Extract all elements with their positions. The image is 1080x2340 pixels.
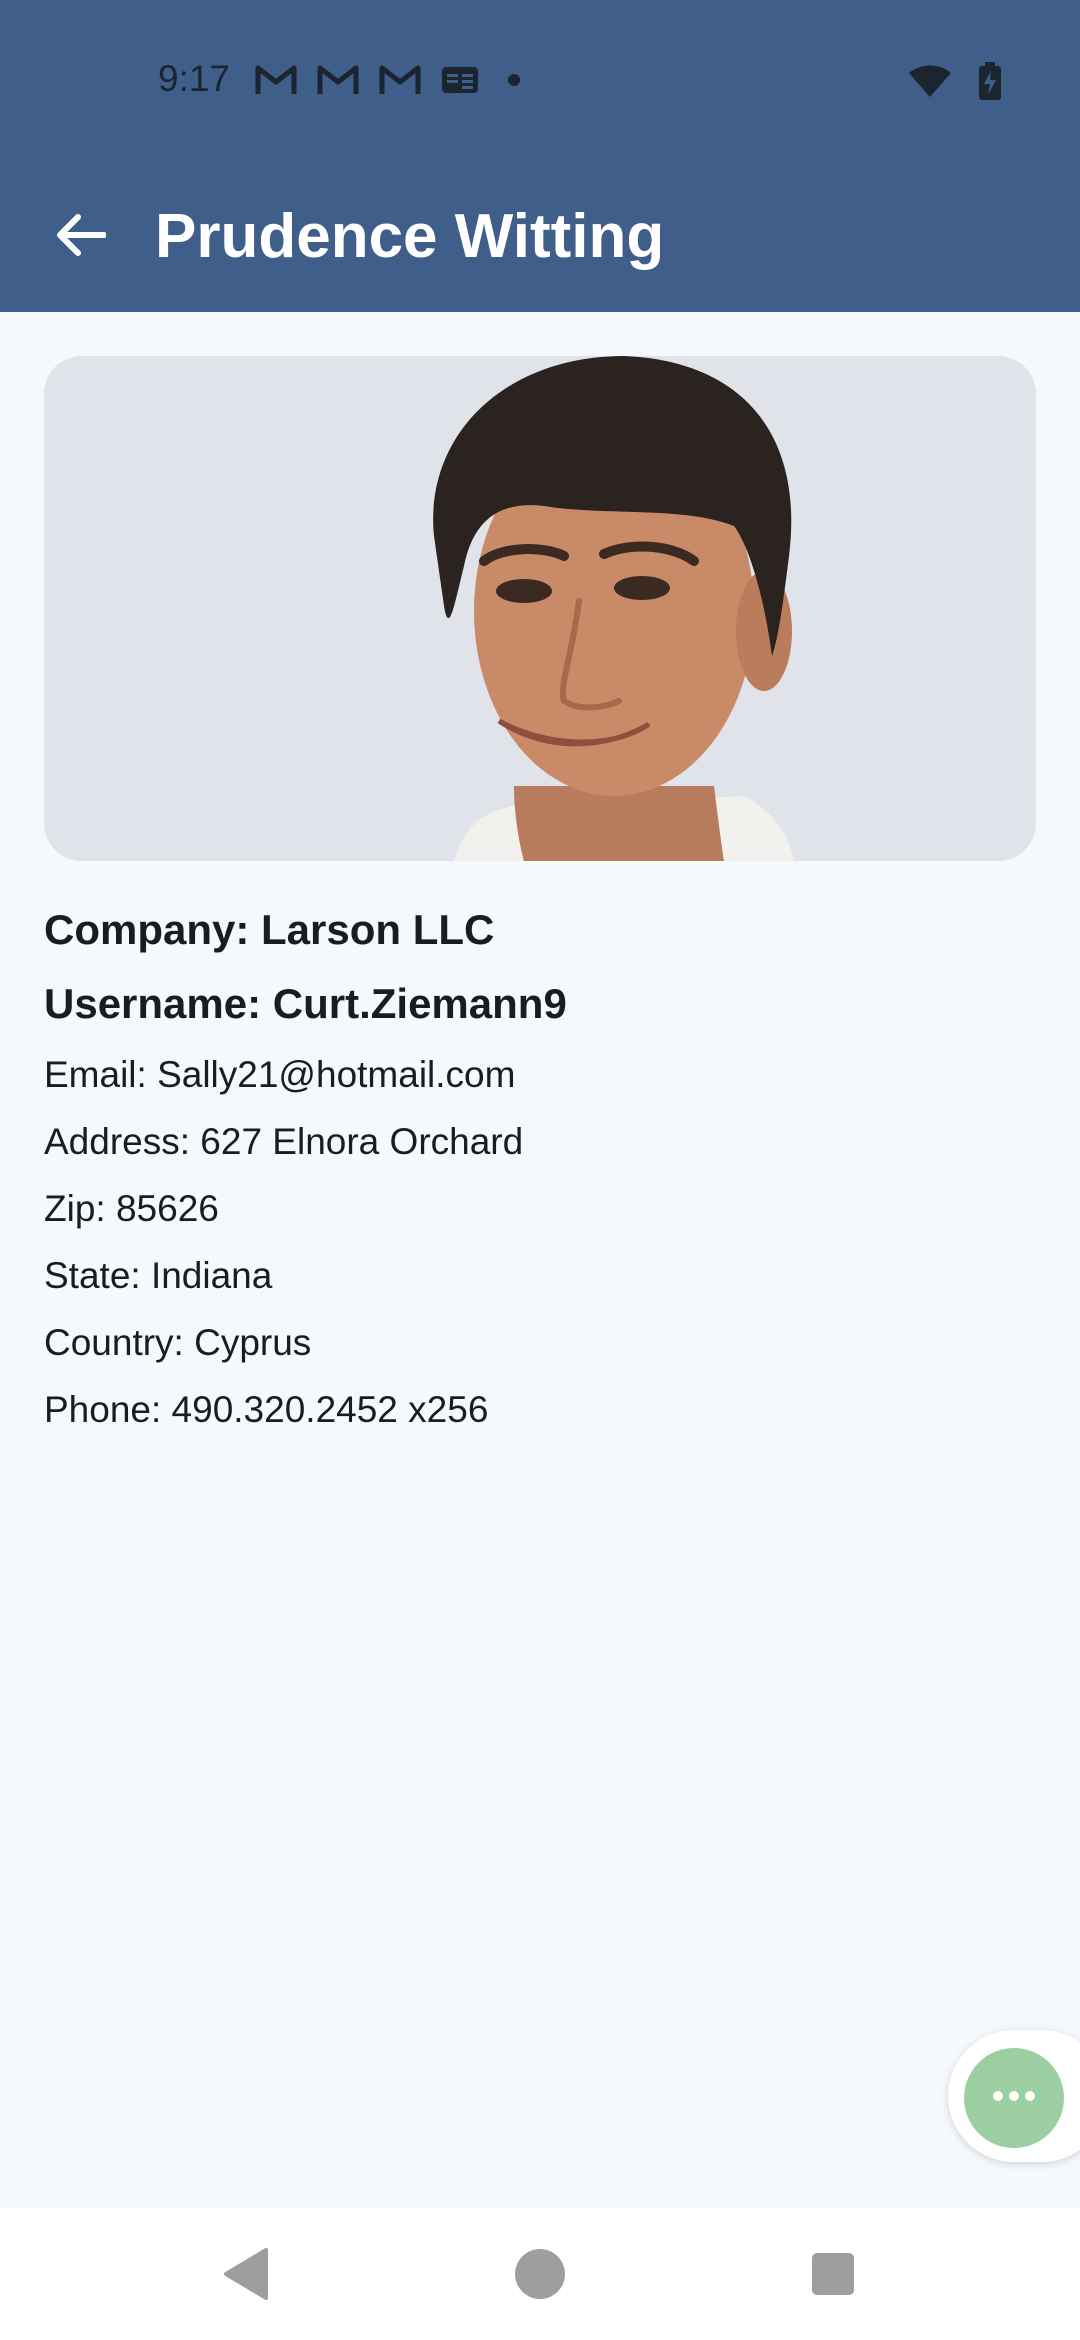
home-circle-icon[interactable] xyxy=(514,2248,566,2305)
profile-photo xyxy=(44,356,1036,861)
email-label: Email: Sally21@hotmail.com xyxy=(44,1054,516,1095)
company-label: Company: Larson LLC xyxy=(44,906,495,953)
gmail-icon xyxy=(255,64,297,96)
profile-details: Company: Larson LLC Username: Curt.Ziema… xyxy=(44,900,567,1450)
state-label: State: Indiana xyxy=(44,1255,273,1296)
more-horizontal-icon xyxy=(992,2089,1036,2107)
notification-icons xyxy=(255,64,529,96)
gmail-icon xyxy=(317,64,359,96)
system-status-icons xyxy=(908,62,1002,105)
battery-charging-icon xyxy=(978,62,1002,105)
address-label: Address: 627 Elnora Orchard xyxy=(44,1121,524,1162)
app-bar: Prudence Witting xyxy=(0,165,1080,312)
back-triangle-icon[interactable] xyxy=(222,2248,270,2305)
page-title: Prudence Witting xyxy=(155,202,665,271)
system-nav-bar xyxy=(0,2208,1080,2340)
dot-icon xyxy=(499,73,529,87)
arrow-back-icon xyxy=(54,213,107,262)
back-button[interactable] xyxy=(40,197,120,277)
gmail-icon xyxy=(379,64,421,96)
zip-label: Zip: 85626 xyxy=(44,1188,219,1229)
status-bar: 9:17 xyxy=(0,0,1080,165)
username-label: Username: Curt.Ziemann9 xyxy=(44,980,567,1027)
more-options-button[interactable] xyxy=(964,2048,1064,2148)
wifi-icon xyxy=(908,64,952,103)
phone-label: Phone: 490.320.2452 x256 xyxy=(44,1389,489,1430)
country-label: Country: Cyprus xyxy=(44,1322,312,1363)
recents-square-icon[interactable] xyxy=(811,2252,855,2301)
profile-photo-illustration xyxy=(44,356,1036,861)
status-time: 9:17 xyxy=(158,58,231,99)
news-icon xyxy=(441,65,479,95)
